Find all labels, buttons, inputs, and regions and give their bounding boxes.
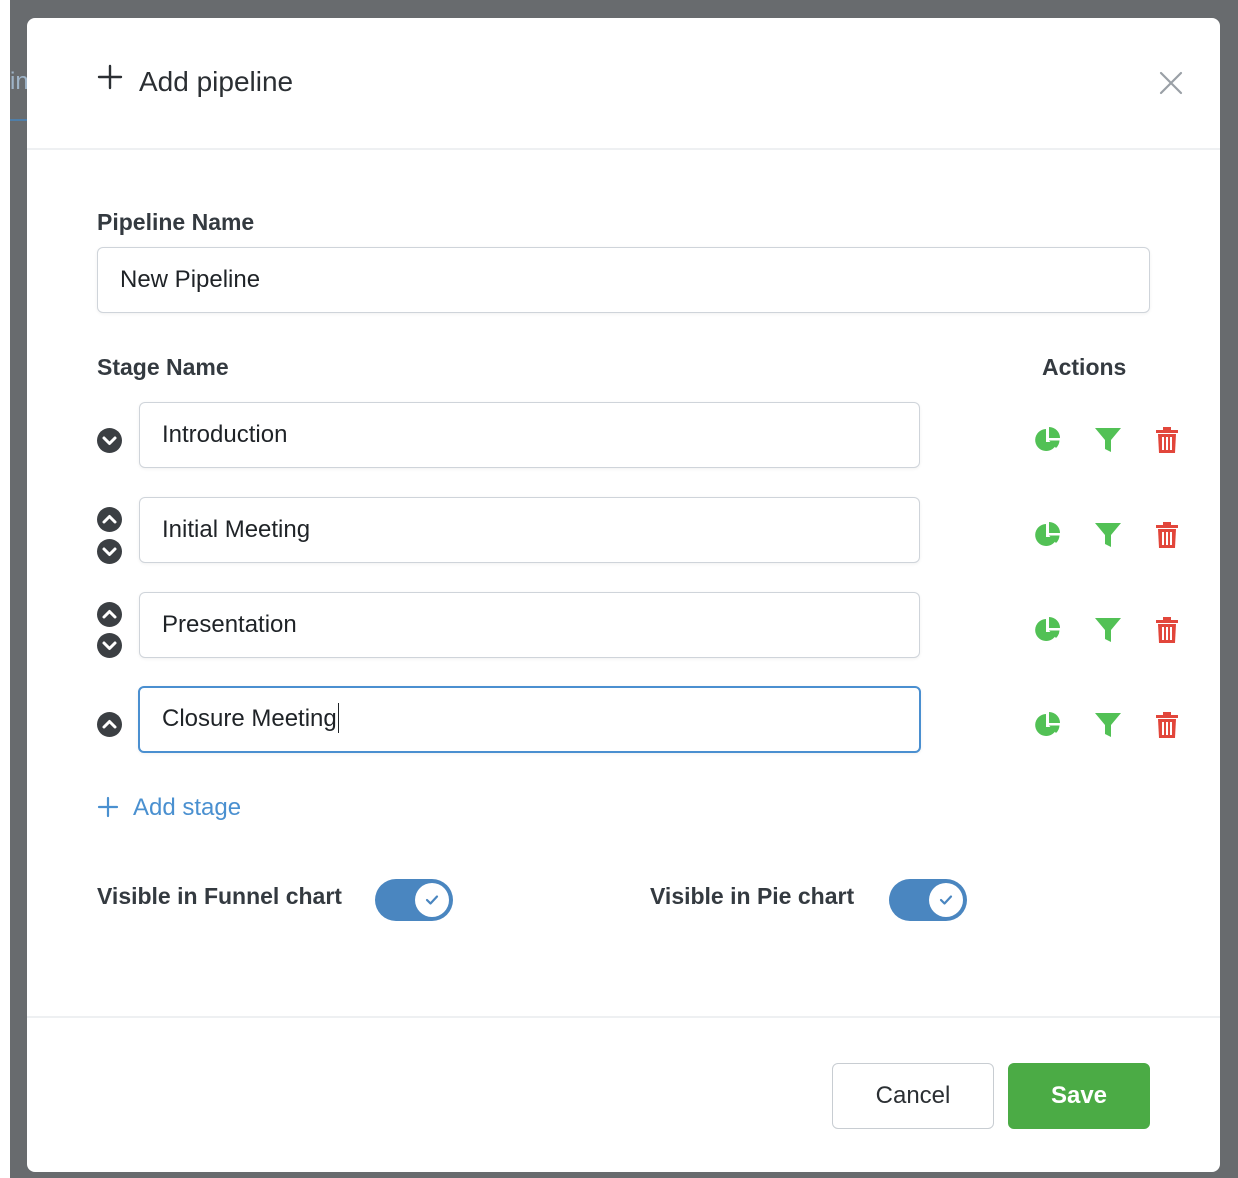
pie-toggle-label: Visible in Pie chart <box>650 883 855 909</box>
toggle-knob <box>929 883 963 917</box>
actions-label: Actions <box>1042 354 1127 380</box>
stage-name-input[interactable]: Initial Meeting <box>139 497 920 563</box>
add-pipeline-dialog: Add pipeline Pipeline Name New Pipeline … <box>27 18 1220 1172</box>
background-tab-underline <box>10 119 28 121</box>
cancel-button[interactable]: Cancel <box>832 1063 994 1129</box>
stage-name-label: Stage Name <box>97 354 229 380</box>
pie-chart-icon[interactable] <box>1033 710 1063 740</box>
pipeline-name-input[interactable]: New Pipeline <box>97 247 1150 313</box>
stage-name-value: Closure Meeting <box>162 705 337 732</box>
plus-icon <box>97 796 119 817</box>
dialog-header: Add pipeline <box>27 18 1220 150</box>
trash-icon[interactable] <box>1152 615 1182 645</box>
move-up-icon[interactable] <box>97 602 122 627</box>
filter-icon[interactable] <box>1093 710 1123 740</box>
text-caret <box>337 702 340 733</box>
pie-chart-icon[interactable] <box>1033 520 1063 550</box>
add-stage-label: Add stage <box>133 794 242 821</box>
move-up-icon[interactable] <box>97 712 122 737</box>
check-icon <box>425 895 439 905</box>
stage-name-input[interactable]: Presentation <box>139 592 920 658</box>
pie-chart-icon[interactable] <box>1033 615 1063 645</box>
trash-icon[interactable] <box>1152 710 1182 740</box>
save-button[interactable]: Save <box>1008 1063 1150 1129</box>
stage-name-input[interactable]: Introduction <box>139 402 920 468</box>
filter-icon[interactable] <box>1093 520 1123 550</box>
close-icon[interactable] <box>1157 69 1185 97</box>
filter-icon[interactable] <box>1093 615 1123 645</box>
plus-icon <box>97 64 123 90</box>
funnel-toggle-label: Visible in Funnel chart <box>97 883 342 909</box>
footer-divider <box>27 1016 1220 1018</box>
move-down-icon[interactable] <box>97 633 122 658</box>
filter-icon[interactable] <box>1093 425 1123 455</box>
pipeline-name-label: Pipeline Name <box>97 209 255 235</box>
add-stage-button[interactable]: Add stage <box>97 790 241 826</box>
pie-chart-toggle[interactable] <box>889 879 967 921</box>
trash-icon[interactable] <box>1152 425 1182 455</box>
move-up-icon[interactable] <box>97 507 122 532</box>
move-down-icon[interactable] <box>97 539 122 564</box>
move-down-icon[interactable] <box>97 428 122 453</box>
stage-name-input-focused[interactable]: Closure Meeting <box>138 686 921 753</box>
toggle-knob <box>415 883 449 917</box>
pie-chart-icon[interactable] <box>1033 425 1063 455</box>
check-icon <box>939 895 953 905</box>
trash-icon[interactable] <box>1152 520 1182 550</box>
dialog-title: Add pipeline <box>139 66 294 97</box>
funnel-chart-toggle[interactable] <box>375 879 453 921</box>
